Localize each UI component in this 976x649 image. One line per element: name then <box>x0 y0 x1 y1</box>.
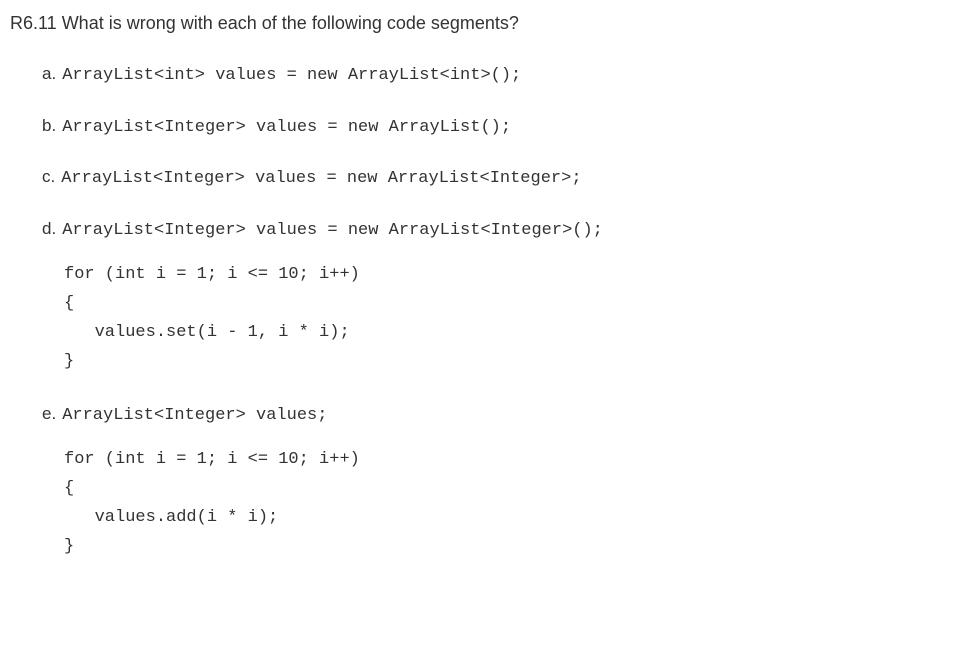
item-code-b: ArrayList<Integer> values = new ArrayLis… <box>62 115 511 141</box>
item-line: d. ArrayList<Integer> values = new Array… <box>42 216 976 244</box>
item-label-d: d. <box>42 216 56 242</box>
item-codeblock-d: for (int i = 1; i <= 10; i++) { values.s… <box>42 261 976 377</box>
item-line: a. ArrayList<int> values = new ArrayList… <box>42 61 976 89</box>
item-b: b. ArrayList<Integer> values = new Array… <box>42 113 976 141</box>
item-label-a: a. <box>42 61 56 87</box>
item-c: c. ArrayList<Integer> values = new Array… <box>42 164 976 192</box>
item-label-e: e. <box>42 401 56 427</box>
item-code-d: ArrayList<Integer> values = new ArrayLis… <box>62 218 603 244</box>
item-line: c. ArrayList<Integer> values = new Array… <box>42 164 976 192</box>
item-code-c: ArrayList<Integer> values = new ArrayLis… <box>61 166 581 192</box>
items-wrapper: a. ArrayList<int> values = new ArrayList… <box>10 61 976 562</box>
item-code-e: ArrayList<Integer> values; <box>62 403 327 429</box>
item-codeblock-e: for (int i = 1; i <= 10; i++) { values.a… <box>42 446 976 562</box>
item-e: e. ArrayList<Integer> values; for (int i… <box>42 401 976 562</box>
item-label-c: c. <box>42 164 55 190</box>
item-label-b: b. <box>42 113 56 139</box>
item-line: b. ArrayList<Integer> values = new Array… <box>42 113 976 141</box>
item-d: d. ArrayList<Integer> values = new Array… <box>42 216 976 377</box>
question-heading: R6.11 What is wrong with each of the fol… <box>10 10 976 37</box>
item-a: a. ArrayList<int> values = new ArrayList… <box>42 61 976 89</box>
item-line: e. ArrayList<Integer> values; <box>42 401 976 429</box>
item-code-a: ArrayList<int> values = new ArrayList<in… <box>62 63 521 89</box>
